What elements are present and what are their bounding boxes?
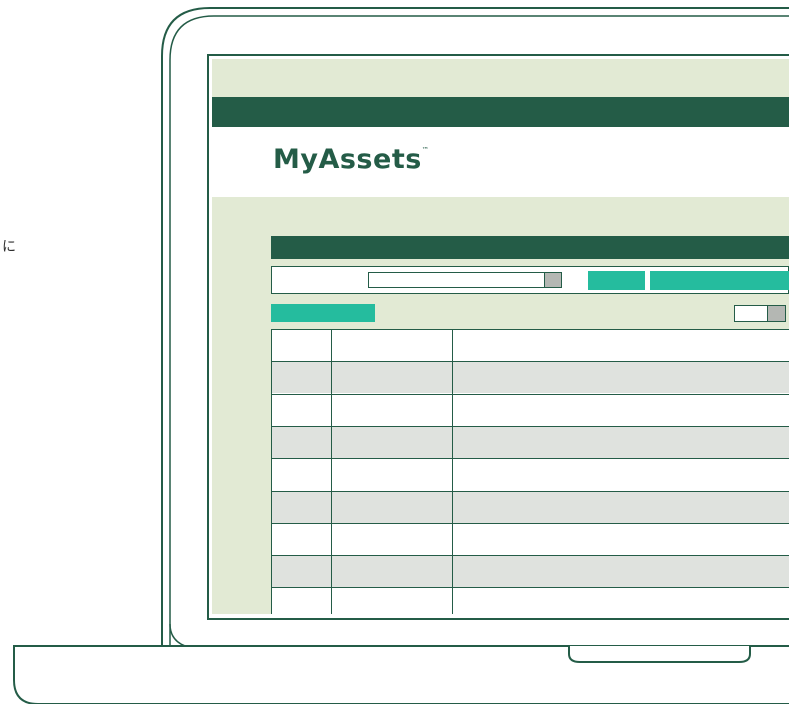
- table-row[interactable]: [271, 361, 789, 394]
- search-button[interactable]: [588, 271, 645, 290]
- app-logo-text: MyAssets: [273, 144, 422, 175]
- laptop-notch: [568, 646, 751, 663]
- search-input[interactable]: [368, 272, 562, 288]
- table-row[interactable]: [271, 329, 789, 361]
- table-row[interactable]: [271, 490, 789, 523]
- view-toggle[interactable]: [734, 305, 786, 322]
- table-column-divider: [452, 329, 453, 614]
- app-logo[interactable]: MyAssets™: [273, 144, 429, 175]
- active-tab[interactable]: [271, 304, 375, 322]
- table-column-divider: [331, 329, 332, 614]
- content-header-bar: [271, 236, 789, 259]
- action-button[interactable]: [650, 271, 789, 290]
- table-row[interactable]: [271, 555, 789, 588]
- table-column-divider: [271, 329, 272, 614]
- trademark-mark: ™: [421, 146, 430, 154]
- table-row[interactable]: [271, 522, 789, 555]
- app-screen: MyAssets™: [212, 59, 789, 614]
- table-row[interactable]: [271, 393, 789, 426]
- data-table: [271, 329, 789, 614]
- view-toggle-knob[interactable]: [767, 306, 785, 321]
- table-row[interactable]: [271, 425, 789, 458]
- top-nav-bar: [212, 97, 789, 127]
- search-panel: [271, 266, 789, 294]
- table-row[interactable]: [271, 587, 789, 614]
- search-input-button[interactable]: [544, 273, 561, 287]
- table-row[interactable]: [271, 458, 789, 490]
